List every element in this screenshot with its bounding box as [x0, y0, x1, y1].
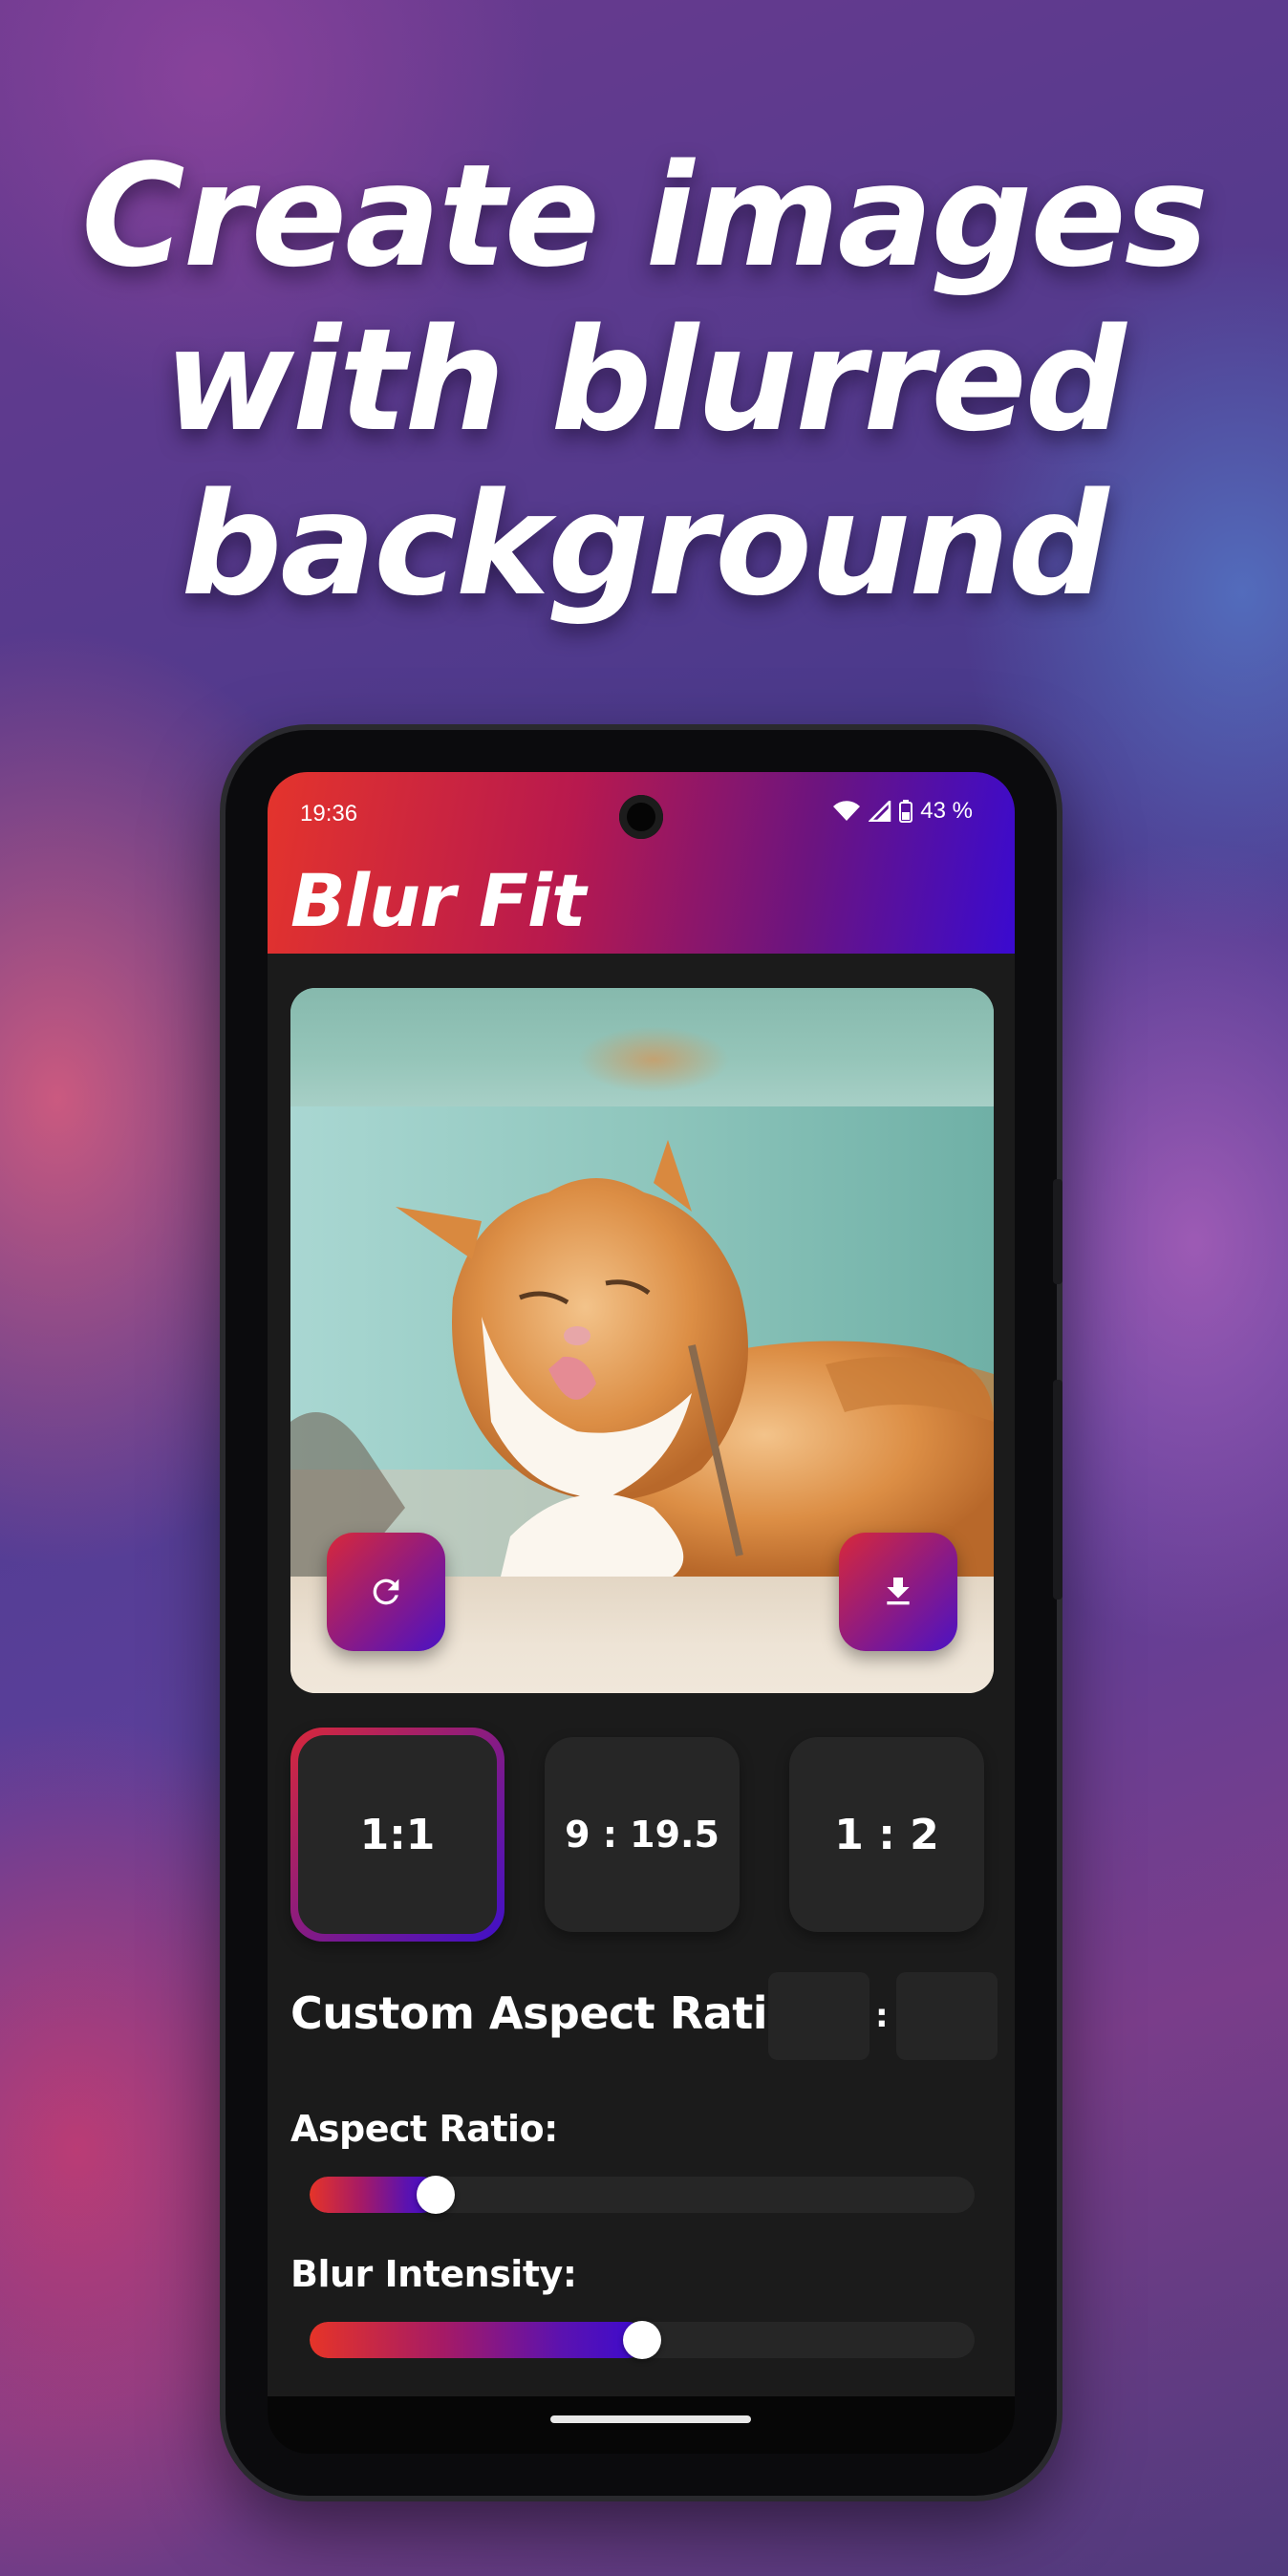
ratio-preset-1-2[interactable]: 1 : 2 — [789, 1737, 984, 1932]
ratio-preset-inner: 1:1 — [298, 1735, 497, 1934]
cat-photo — [290, 1106, 994, 1577]
app-screen: 19:36 43 % Blur Fit 1:1 9: 19.5 1: 2 C… — [268, 772, 1015, 2454]
aspect-ratio-slider-thumb[interactable] — [417, 2176, 456, 2214]
aspect-ratio-slider-track[interactable] — [310, 2177, 975, 2213]
navigation-bar — [268, 2396, 1015, 2454]
blur-intensity-slider-label: Blur Intensity: — [290, 2253, 577, 2295]
reset-button[interactable] — [327, 1533, 445, 1651]
phone-frame: 19:36 43 % Blur Fit 1:1 9: 19.5 1: 2 C… — [225, 730, 1063, 2496]
custom-ratio-width-input[interactable] — [768, 1972, 869, 2060]
headline: Create images with blurred background — [0, 134, 1288, 627]
battery-percent: 43 % — [920, 798, 973, 824]
front-camera — [619, 795, 663, 839]
blurred-background-blob — [577, 1026, 730, 1093]
ratio-preset-label: 1 : 2 — [834, 1810, 939, 1859]
home-gesture-handle[interactable] — [550, 2415, 751, 2423]
download-icon — [887, 1578, 910, 1605]
status-time: 19:36 — [300, 801, 358, 826]
ratio-preset-1-1[interactable]: 1:1 — [290, 1728, 504, 1942]
custom-ratio-label: Custom Aspect Ratio: — [290, 1987, 815, 2039]
app-title: Blur Fit — [290, 858, 586, 943]
app-bar: 19:36 43 % Blur Fit — [268, 772, 1015, 954]
aspect-ratio-slider-label: Aspect Ratio: — [290, 2108, 558, 2150]
image-preview[interactable] — [290, 988, 994, 1693]
power-button — [1053, 1179, 1063, 1284]
wifi-icon — [833, 801, 861, 821]
ratio-preset-label: 1:1 — [359, 1810, 436, 1859]
battery-icon — [899, 800, 913, 823]
headline-line-2: with blurred — [163, 298, 1126, 462]
refresh-icon — [373, 1578, 399, 1605]
signal-icon — [869, 801, 891, 822]
ratio-preset-label: 9 : 19.5 — [565, 1814, 719, 1856]
custom-ratio-separator: : — [875, 1997, 889, 2035]
download-button[interactable] — [839, 1533, 957, 1651]
custom-ratio-height-input[interactable] — [896, 1972, 998, 2060]
blur-intensity-slider-thumb[interactable] — [623, 2321, 661, 2359]
blur-intensity-slider-fill — [310, 2322, 646, 2358]
headline-line-1: Create images — [81, 134, 1209, 298]
status-bar: 19:36 43 % — [268, 772, 1015, 848]
ratio-preset-9-19-5[interactable]: 9 : 19.5 — [545, 1737, 740, 1932]
headline-line-3: background — [181, 462, 1108, 627]
volume-button — [1053, 1380, 1063, 1599]
status-icons: 43 % — [832, 798, 973, 825]
